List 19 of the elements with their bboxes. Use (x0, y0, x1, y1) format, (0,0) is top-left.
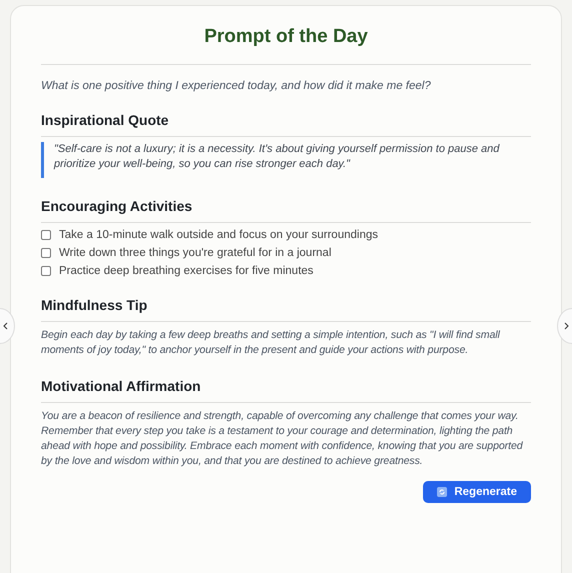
section-heading: Encouraging Activities (41, 198, 531, 223)
chevron-left-icon (3, 322, 8, 330)
refresh-icon (437, 487, 448, 497)
prompt-text: What is one positive thing I experienced today, and how did it make me feel? (41, 80, 432, 92)
regenerate-button[interactable]: Regenerate (423, 481, 531, 503)
chevron-right-icon (564, 322, 569, 330)
page-title: Prompt of the Day (41, 26, 531, 65)
activity-label: Practice deep breathing exercises for five minutes (59, 265, 314, 277)
activity-label: Take a 10-minute walk outside and focus on your surroundings (59, 229, 378, 241)
checkbox[interactable] (41, 248, 51, 258)
quote-text: "Self-care is not a luxury; it is a necessity. It's about giving yourself permission to pause and prioritize your well-being, so you can rise stronger each day." (41, 142, 531, 178)
section-heading: Mindfulness Tip (41, 297, 531, 322)
checkbox[interactable] (41, 266, 51, 276)
section-text: You are a beacon of resilience and strength, capable of overcoming any challenge that comes your way. Remember that every step you take is a testament to your courage and determination, lighting the path ahead with hope and possibility. Embrace each moment with confidence, knowing that you are supported by the love and wisdom within you, and that you are destined to achieve greatness. (41, 409, 524, 469)
section-heading: Motivational Affirmation (41, 378, 531, 403)
checkbox[interactable] (41, 230, 51, 240)
section-text: Begin each day by taking a few deep breaths and setting a simple intention, such as "I will find small moments of joy today," to anchor yourself in the present and guide your actions with purpose. (41, 328, 501, 358)
activity-label: Write down three things you're grateful for in a journal (59, 247, 332, 259)
section-heading: Inspirational Quote (41, 112, 531, 137)
